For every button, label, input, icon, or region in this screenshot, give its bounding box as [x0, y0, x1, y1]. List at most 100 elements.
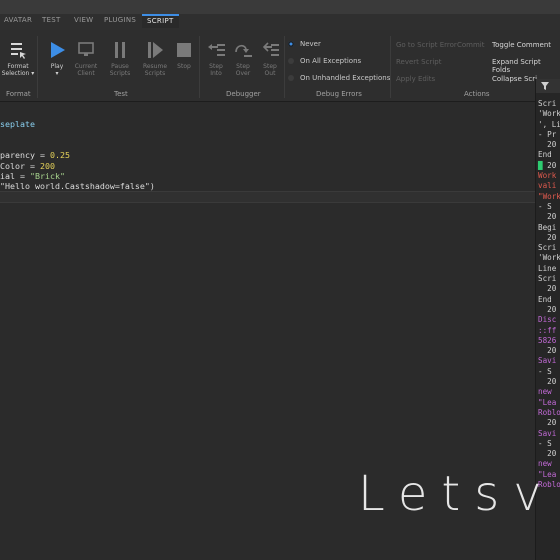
revert-script-button[interactable]: Revert Script [396, 58, 441, 66]
step-into-button[interactable]: Step Into [204, 40, 228, 77]
output-line: ', Li [538, 119, 560, 129]
output-line: 5826 [538, 335, 557, 345]
radio-unselected-icon [288, 58, 294, 64]
code-line [0, 140, 155, 150]
step-over-label-2: Over [235, 70, 251, 77]
all-exceptions-label: On All Exceptions [300, 57, 362, 65]
output-line: Scri [538, 274, 557, 284]
code-area[interactable]: seplate parency = 0.25 Color = 200 ial = "… [0, 119, 155, 192]
code-token: "Hello world.Castshadow=false") [0, 181, 155, 192]
current-line-highlight [0, 191, 535, 203]
output-line: 'Work [538, 109, 560, 119]
tab-test[interactable]: TEST [42, 16, 61, 24]
output-line: 20 [538, 346, 557, 356]
play-button[interactable]: Play ▾ [44, 40, 70, 77]
output-line: Line [538, 263, 560, 273]
code-token: parency = [0, 150, 50, 161]
monitor-icon [78, 42, 94, 56]
tab-view[interactable]: VIEW [74, 16, 93, 24]
step-out-label-2: Out [264, 70, 276, 77]
output-log: Scri 'Work ', Li - Pr 20 End █ 20 Work vali "Wo… [538, 99, 560, 490]
output-line: new [538, 387, 557, 397]
tab-plugins[interactable]: PLUGINS [104, 16, 136, 24]
output-header [536, 79, 560, 93]
tab-avatar[interactable]: AVATAR [4, 16, 32, 24]
output-line: - S [538, 438, 552, 448]
output-line: ::ff [538, 325, 557, 335]
output-line: Work [538, 171, 557, 181]
output-line: - Pr [538, 129, 557, 139]
client-label: Client [77, 70, 95, 77]
code-token: 200 [39, 160, 55, 171]
group-debug-errors-label: Debug Errors [316, 90, 362, 98]
step-out-label-1: Step [263, 63, 277, 70]
output-line: Disc [538, 315, 557, 325]
radio-never[interactable]: Never [288, 40, 321, 48]
step-out-icon [262, 42, 279, 56]
code-token: Color = [0, 160, 40, 171]
output-line: 20 [538, 377, 557, 387]
step-out-button[interactable]: Step Out [258, 40, 282, 77]
pause-icon [115, 42, 125, 58]
toggle-comment-button[interactable]: Toggle Comment [492, 41, 551, 49]
go-to-script-error-button[interactable]: Go to Script Error [396, 41, 457, 49]
never-label: Never [300, 40, 321, 48]
code-token: ial = [0, 171, 30, 182]
pause-scripts-label: Scripts [109, 70, 131, 77]
separator [199, 36, 200, 98]
code-line [0, 129, 155, 139]
current-client-button[interactable]: Current Client [72, 40, 100, 77]
output-line: 20 [538, 449, 557, 459]
output-line: Begi [538, 222, 557, 232]
code-line: "Hello world.Castshadow=false") [0, 181, 155, 191]
output-line: 20 [538, 212, 557, 222]
stop-icon [177, 43, 191, 57]
play-dropdown-arrow[interactable]: ▾ [55, 70, 58, 77]
play-label: Play [50, 63, 64, 70]
output-line: 20 [538, 418, 557, 428]
step-over-button[interactable]: Step Over [231, 40, 255, 77]
filter-icon[interactable] [541, 82, 549, 90]
stop-button[interactable]: Stop [173, 40, 195, 70]
step-into-icon [208, 44, 225, 56]
watermark-text: Letsv [358, 466, 556, 522]
output-line: 20 [538, 140, 557, 150]
group-actions-label: Actions [464, 90, 490, 98]
output-line: 20 [538, 304, 557, 314]
code-token: "Brick" [29, 171, 65, 182]
code-line: ial = "Brick" [0, 171, 155, 181]
output-line: 20 [538, 232, 557, 242]
code-line: parency = 0.25 [0, 150, 155, 160]
radio-on-all-exceptions[interactable]: On All Exceptions [288, 57, 361, 65]
play-icon [51, 42, 65, 58]
separator [390, 36, 391, 98]
pause-label: Pause [111, 63, 129, 70]
commit-button[interactable]: Commit [457, 41, 485, 49]
output-line: End [538, 294, 557, 304]
tab-script[interactable]: SCRIPT [142, 14, 179, 28]
group-format-label: Format [6, 90, 31, 98]
group-debugger-label: Debugger [226, 90, 261, 98]
radio-on-unhandled-exceptions[interactable]: On Unhandled Exceptions [288, 74, 390, 82]
selection-label: Selection ▾ [1, 70, 35, 77]
output-line: "Work [538, 191, 560, 201]
resume-scripts-button[interactable]: Resume Scripts [140, 40, 170, 77]
output-line: Savi [538, 356, 557, 366]
output-line: vali [538, 181, 557, 191]
code-token: seplate [0, 119, 35, 129]
output-line: Scri [538, 99, 557, 108]
current-label: Current [74, 63, 98, 70]
apply-edits-button[interactable]: Apply Edits [396, 75, 435, 83]
output-line: 20 [538, 284, 557, 294]
step-over-label-1: Step [236, 63, 250, 70]
unhandled-exceptions-label: On Unhandled Exceptions [300, 74, 391, 82]
collapse-script-folds-button[interactable]: Collapse Scri [492, 75, 537, 83]
step-into-label-2: Into [210, 70, 222, 77]
output-line: - S [538, 366, 552, 376]
resume-label: Resume [142, 63, 168, 70]
pause-scripts-button[interactable]: Pause Scripts [106, 40, 134, 77]
format-selection-button[interactable]: Format Selection ▾ [0, 40, 36, 77]
code-line: seplate [0, 119, 155, 129]
expand-script-folds-button[interactable]: Expand Script Folds [492, 58, 560, 74]
